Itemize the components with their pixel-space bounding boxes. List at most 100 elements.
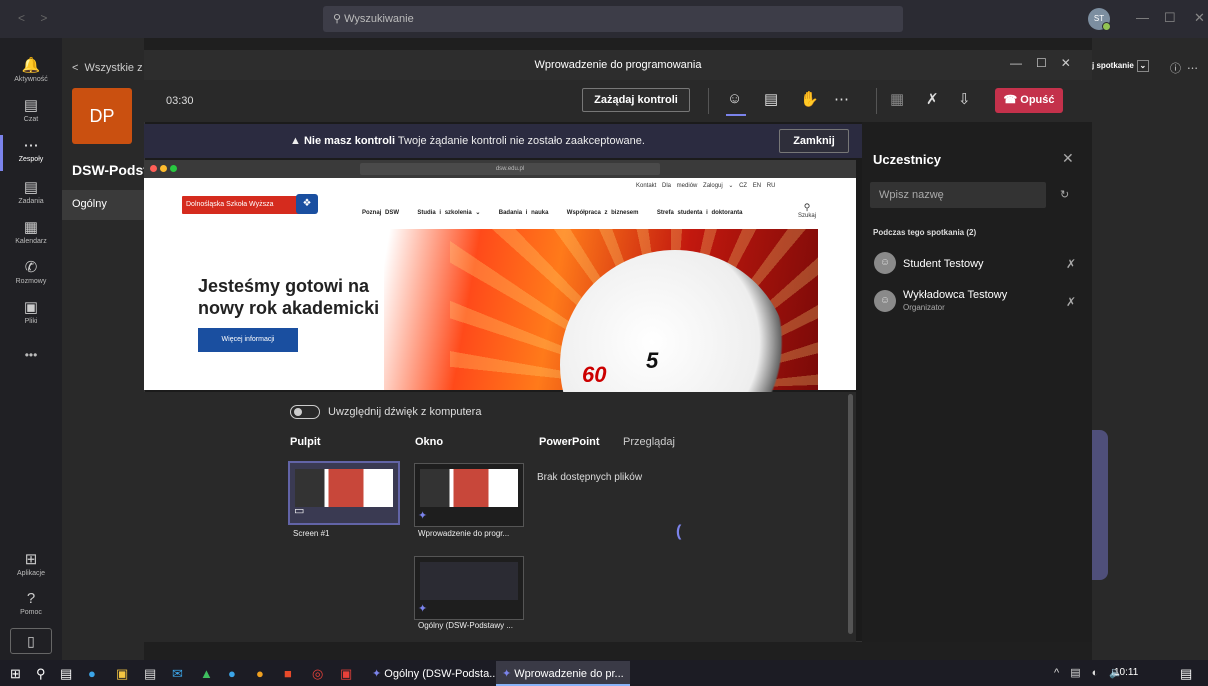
maximize-icon[interactable]: ☐ (1164, 10, 1176, 26)
more-options-icon[interactable]: ⋯ (834, 90, 849, 108)
banner-close-button[interactable]: Zamknij (779, 129, 849, 153)
mail-icon[interactable]: ✉ (172, 666, 183, 682)
taskbar-app-teams-meeting[interactable]: ✦ Wprowadzenie do pr... (496, 661, 630, 686)
warning-icon: ▲ (290, 135, 301, 147)
scrollbar[interactable] (848, 394, 853, 634)
store-icon[interactable]: ▤ (144, 666, 156, 682)
share-invite-icon[interactable]: ↻ (1060, 188, 1069, 201)
window-thumbnail[interactable]: ✦ (414, 463, 524, 527)
teams-app-icon: ✦ (372, 668, 382, 680)
participants-active-indicator (726, 114, 746, 116)
thumbnail-preview (420, 562, 518, 600)
share-tray-icon[interactable]: ⇩ (958, 90, 971, 108)
notifications-icon[interactable]: ▤ (1180, 666, 1192, 682)
windows-start-icon[interactable]: ⊞ (10, 666, 21, 682)
teams-icon: ⋯ (23, 137, 39, 154)
meeting-title: Wprowadzenie do programowania (144, 50, 1092, 80)
close-icon[interactable]: ✕ (1194, 10, 1205, 26)
device-icon[interactable]: ▯ (10, 628, 52, 654)
minimize-icon[interactable]: — (1136, 10, 1149, 25)
close-dot-icon (150, 165, 157, 172)
request-control-button[interactable]: Zażądaj kontroli (582, 88, 690, 112)
rail-item-teams[interactable]: ⋯ Zespoły (0, 136, 62, 163)
meeting-window-controls[interactable]: —☐✕ (1010, 56, 1085, 70)
file-explorer-icon[interactable]: ▣ (116, 666, 128, 682)
avatar[interactable]: ST (1088, 8, 1111, 31)
rail-item-chat[interactable]: ▤ Czat (0, 96, 62, 123)
search-icon[interactable]: ⚲ (36, 666, 46, 682)
chevron-down-icon[interactable]: ⌄ (1136, 60, 1149, 72)
more-info-button: Więcej informacji (198, 328, 298, 352)
participants-icon[interactable]: ☺ (727, 90, 742, 107)
team-badge: DP (72, 88, 132, 144)
rail-item-more[interactable]: ••• (0, 348, 62, 362)
participant-name[interactable]: Wykładowca Testowy (903, 289, 1007, 301)
tab-window[interactable]: Okno (415, 436, 443, 448)
stopwatch-number: 60 (582, 362, 607, 387)
app-icon[interactable]: ◎ (312, 666, 323, 682)
thumbnail-label: Screen #1 (293, 529, 330, 538)
participants-group-header[interactable]: Podczas tego spotkania (2) (873, 228, 976, 237)
avatar: ☺ (874, 290, 896, 312)
search-input[interactable]: ⚲ Wyszukiwanie (323, 6, 903, 32)
help-icon: ? (26, 590, 36, 607)
participant-name[interactable]: Student Testowy (903, 258, 984, 270)
tab-desktop[interactable]: Pulpit (290, 436, 321, 448)
taskbar-app-teams-channel[interactable]: ✦ Ogólny (DSW-Podsta... (366, 661, 504, 686)
info-more-icons[interactable]: ⓘ⋯ (1170, 60, 1204, 76)
raise-hand-icon[interactable]: ✋ (800, 90, 819, 108)
teams-app-icon: ✦ (502, 668, 512, 680)
phone-icon: ✆ (24, 259, 38, 276)
edge-icon[interactable]: ● (88, 666, 96, 681)
search-placeholder: Wyszukiwanie (344, 13, 414, 25)
thumbnail-preview (295, 469, 393, 507)
leave-button[interactable]: ☎ Opuść (995, 88, 1063, 113)
rail-item-calls[interactable]: ✆ Rozmowy (0, 258, 62, 285)
join-meeting-button[interactable]: j spotkanie ⌄ (1092, 60, 1149, 72)
office-icon[interactable]: ■ (284, 666, 292, 681)
banner-message: ▲ Nie masz kontroli Twoje żądanie kontro… (290, 135, 645, 147)
background-card (1092, 430, 1108, 580)
mic-off-icon[interactable]: ✗ (926, 90, 939, 108)
monitor-icon: ▭ (294, 505, 305, 517)
task-view-icon[interactable]: ▤ (60, 666, 72, 682)
participant-role: Organizator (903, 303, 945, 312)
meeting-timer: 03:30 (166, 95, 194, 107)
include-sound-label: Uwzględnij dźwięk z komputera (328, 406, 482, 418)
rail-item-help[interactable]: ? Pomoc (0, 590, 62, 616)
include-sound-toggle[interactable] (290, 405, 320, 419)
window-thumbnail[interactable]: ✦ (414, 556, 524, 620)
tab-powerpoint[interactable]: PowerPoint (539, 436, 600, 448)
more-icon: ••• (24, 348, 38, 362)
app-icon[interactable]: ▣ (340, 666, 352, 682)
rail-item-activity[interactable]: 🔔 Aktywność (0, 56, 62, 83)
rail-item-calendar[interactable]: ▦ Kalendarz (0, 218, 62, 245)
teams-app-icon: ✦ (418, 510, 428, 522)
url-bar: dsw.edu.pl (360, 163, 660, 175)
participants-title: Uczestnicy (873, 152, 941, 167)
channel-item-general[interactable]: Ogólny (62, 190, 144, 220)
back-link[interactable]: < Wszystkie z (72, 62, 143, 74)
chat-icon[interactable]: ▤ (764, 90, 778, 108)
site-top-links: Kontakt Dla mediów Zaloguj ⌄ CZ EN RU (636, 183, 776, 189)
logo-emblem-icon: ❖ (296, 194, 318, 214)
screen-thumbnail[interactable]: ▭ (288, 461, 400, 525)
rail-item-apps[interactable]: ⊞ Aplikacje (0, 550, 62, 577)
nav-arrows[interactable]: < > (18, 11, 53, 25)
close-icon[interactable]: ✕ (1062, 150, 1074, 167)
stopwatch-number: 5 (646, 348, 659, 373)
chrome-icon[interactable]: ● (256, 666, 264, 681)
loading-spinner-icon: ( (676, 523, 682, 540)
minimize-dot-icon (160, 165, 167, 172)
participant-search-input[interactable]: Wpisz nazwę (870, 182, 1046, 208)
team-name: DSW-Podst (72, 162, 148, 178)
browse-link[interactable]: Przeglądaj (623, 436, 675, 448)
site-main-nav: Poznaj DSW Studia i szkolenia ⌄ Badania … (362, 210, 743, 216)
app-icon[interactable]: ● (228, 666, 236, 681)
camera-off-icon[interactable]: ▦ (890, 90, 904, 108)
thumbnail-preview (420, 469, 518, 507)
shield-icon[interactable]: ▲ (200, 666, 213, 681)
rail-item-files[interactable]: ▣ Pliki (0, 298, 62, 325)
clock[interactable]: 10:11 (1114, 667, 1138, 678)
rail-item-assignments[interactable]: ▤ Zadania (0, 178, 62, 205)
